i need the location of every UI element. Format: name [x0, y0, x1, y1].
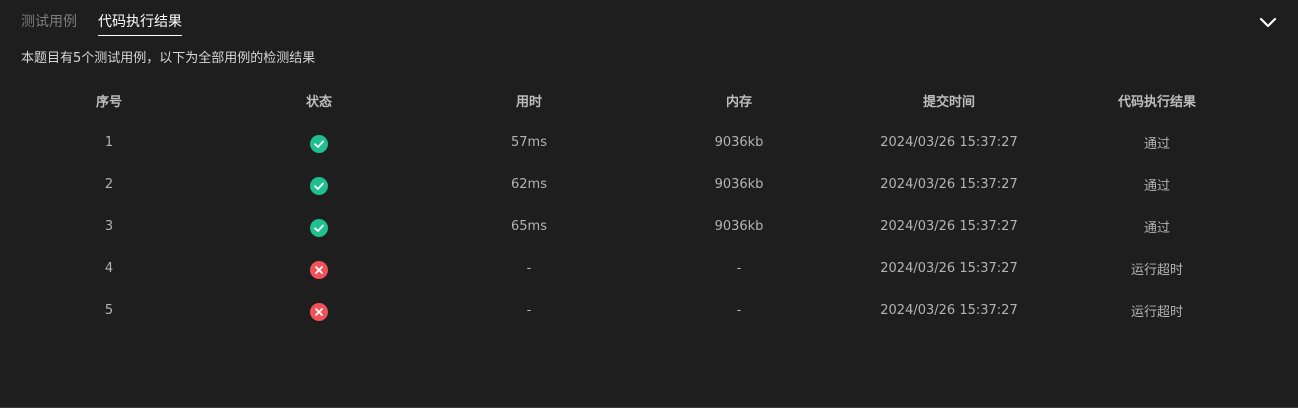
- table-row: 2 62ms 9036kb 2024/03/26 15:37:27 通过: [4, 163, 1260, 205]
- table-header-row: 序号 状态 用时 内存 提交时间 代码执行结果: [4, 79, 1260, 121]
- cell-index: 5: [104, 302, 114, 318]
- cell-result: 通过: [1143, 220, 1170, 236]
- x-circle-icon: [310, 302, 328, 321]
- cell-memory: -: [736, 302, 742, 318]
- header-result: 代码执行结果: [1117, 94, 1196, 110]
- check-circle-icon: [310, 134, 328, 153]
- table-row: 5 - - 2024/03/26 15:37:27 运行超时: [4, 289, 1260, 331]
- cell-submitted: 2024/03/26 15:37:27: [880, 260, 1018, 276]
- check-circle-icon: [310, 218, 328, 237]
- cell-submitted: 2024/03/26 15:37:27: [880, 218, 1018, 234]
- cell-status: [214, 121, 424, 163]
- cell-submitted: 2024/03/26 15:37:27: [880, 134, 1018, 150]
- cell-status: [214, 205, 424, 247]
- header-memory: 内存: [725, 94, 752, 110]
- cell-status: [214, 163, 424, 205]
- cell-memory: 9036kb: [714, 134, 764, 150]
- header-time: 用时: [515, 94, 542, 110]
- cell-time: -: [526, 260, 532, 276]
- cell-time: 65ms: [511, 218, 547, 234]
- cell-submitted: 2024/03/26 15:37:27: [880, 302, 1018, 318]
- header-status: 状态: [305, 94, 332, 110]
- cell-result: 通过: [1143, 178, 1170, 194]
- header-index: 序号: [95, 94, 122, 110]
- table-row: 1 57ms 9036kb 2024/03/26 15:37:27 通过: [4, 121, 1260, 163]
- result-panel: 测试用例 代码执行结果 本题目有5个测试用例，以下为全部用例的检测结果 序号 状…: [0, 0, 1298, 408]
- results-table: 序号 状态 用时 内存 提交时间 代码执行结果 1 57ms 9036kb 2024/…: [4, 79, 1260, 331]
- cell-status: [214, 289, 424, 331]
- cell-result: 运行超时: [1130, 262, 1183, 278]
- tab-test-cases[interactable]: 测试用例: [21, 0, 77, 35]
- cell-submitted: 2024/03/26 15:37:27: [880, 176, 1018, 192]
- cell-time: 57ms: [511, 134, 547, 150]
- check-circle-icon: [310, 176, 328, 195]
- cell-index: 2: [104, 176, 114, 192]
- summary-text: 本题目有5个测试用例，以下为全部用例的检测结果: [21, 51, 316, 66]
- cell-time: 62ms: [511, 176, 547, 192]
- collapse-button[interactable]: [1258, 13, 1278, 33]
- cell-status: [214, 247, 424, 289]
- header-submitted: 提交时间: [922, 94, 975, 110]
- cell-memory: -: [736, 260, 742, 276]
- table-row: 4 - - 2024/03/26 15:37:27 运行超时: [4, 247, 1260, 289]
- cell-memory: 9036kb: [714, 218, 764, 234]
- table-row: 3 65ms 9036kb 2024/03/26 15:37:27 通过: [4, 205, 1260, 247]
- tab-execution-results[interactable]: 代码执行结果: [98, 0, 182, 36]
- cell-index: 4: [104, 260, 114, 276]
- tab-bar: 测试用例 代码执行结果: [21, 0, 203, 40]
- cell-memory: 9036kb: [714, 176, 764, 192]
- chevron-down-icon: [1259, 17, 1277, 28]
- cell-index: 3: [104, 218, 114, 234]
- cell-result: 运行超时: [1130, 304, 1183, 320]
- cell-time: -: [526, 302, 532, 318]
- x-circle-icon: [310, 260, 328, 279]
- cell-index: 1: [104, 134, 114, 150]
- cell-result: 通过: [1143, 136, 1170, 152]
